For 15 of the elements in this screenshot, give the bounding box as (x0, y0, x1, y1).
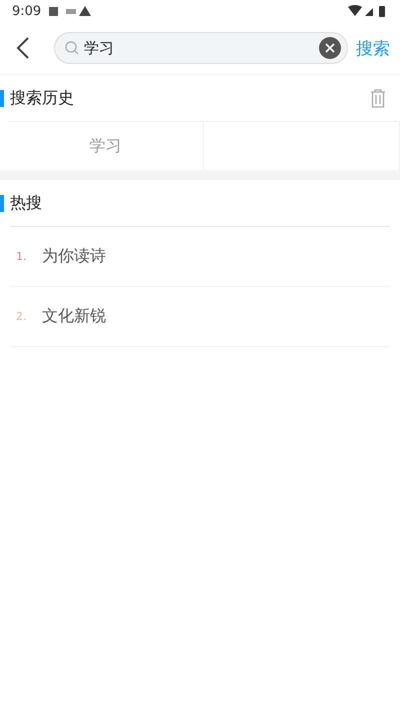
close-icon (325, 43, 335, 53)
hot-search-item[interactable]: 为你读诗 (42, 246, 106, 267)
section-title: 搜索历史 (10, 88, 75, 108)
clear-button[interactable] (319, 37, 341, 59)
rank-number: 2. (16, 310, 28, 323)
system-status-icons (348, 5, 388, 17)
search-icon (65, 41, 79, 55)
search-box[interactable]: 学习 (54, 32, 348, 64)
section-marker (0, 90, 4, 106)
status-time: 9:09 (12, 4, 42, 18)
search-field[interactable]: 学习 (84, 39, 314, 57)
hot-search-item[interactable]: 文化新锐 (42, 306, 106, 327)
rank-number: 1. (16, 250, 28, 263)
section-title: 热搜 (10, 192, 43, 214)
section-marker (0, 194, 4, 212)
